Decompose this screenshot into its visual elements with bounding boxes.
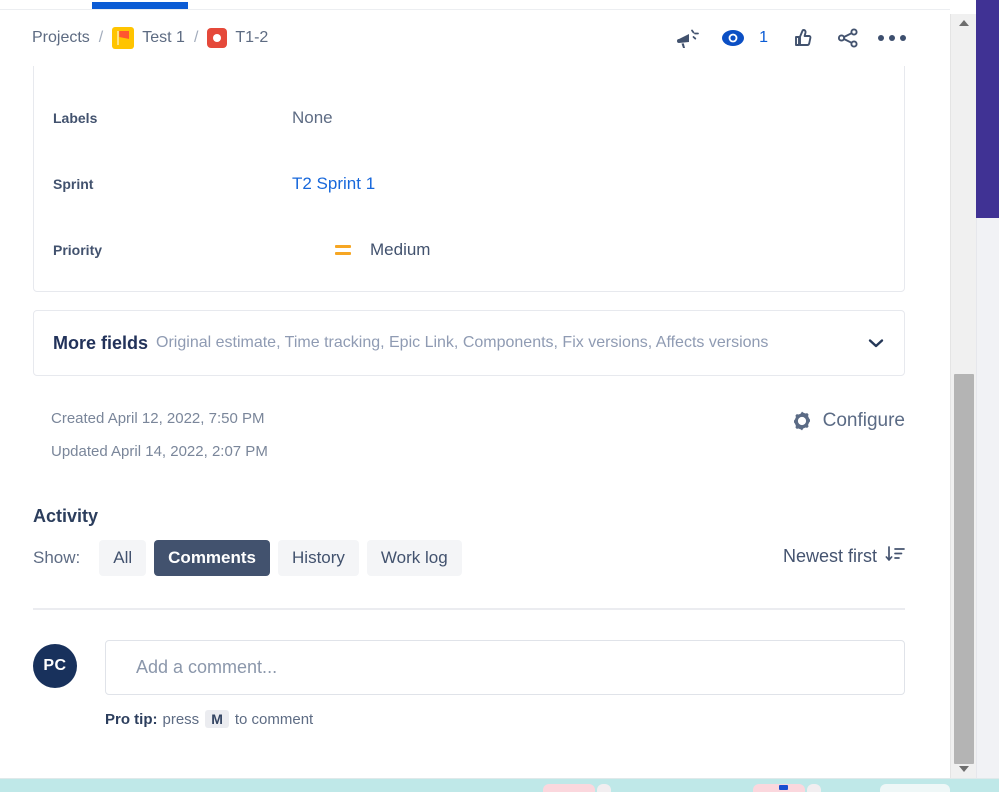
breadcrumb-projects[interactable]: Projects [32, 29, 90, 47]
bottom-strip [0, 778, 999, 792]
partial-element [779, 785, 788, 790]
comment-input[interactable]: Add a comment... [105, 640, 905, 695]
field-label: Priority [53, 242, 103, 258]
field-value-priority[interactable]: Medium [292, 240, 430, 260]
priority-medium-icon [335, 244, 351, 256]
breadcrumb-separator-2: / [193, 29, 199, 46]
field-row-labels: Labels None [34, 85, 904, 151]
comment-placeholder: Add a comment... [136, 657, 278, 677]
vertical-scrollbar[interactable] [950, 14, 976, 778]
created-timestamp: Created April 12, 2022, 7:50 PM [51, 410, 265, 427]
scroll-down-arrow-icon[interactable] [951, 760, 977, 778]
pro-tip-mid: press [162, 710, 200, 728]
issue-content: Labels None Sprint T2 Sprint 1 Priority … [0, 66, 950, 778]
chevron-down-icon[interactable] [867, 334, 885, 352]
project-flag-icon [112, 27, 135, 49]
more-actions-icon[interactable] [870, 18, 914, 58]
watch-count: 1 [759, 29, 768, 46]
header-actions: 1 [667, 18, 950, 58]
field-row-sprint: Sprint T2 Sprint 1 [34, 151, 904, 217]
issue-meta: Created April 12, 2022, 7:50 PM Updated … [0, 402, 905, 470]
breadcrumb-bar: Projects / Test 1 / T1-2 1 [0, 10, 950, 66]
field-label: Labels [53, 110, 98, 126]
pro-tip: Pro tip: press M to comment [105, 710, 313, 728]
activity-heading: Activity [33, 506, 99, 526]
pro-tip-suffix: to comment [234, 710, 314, 728]
jira-issue-view: Projects / Test 1 / T1-2 1 Labels None S… [0, 0, 999, 792]
partial-element [597, 784, 611, 792]
active-tab-underline [92, 2, 188, 9]
more-fields-title: More fields [53, 332, 149, 353]
sort-descending-icon [885, 545, 905, 568]
breadcrumb-project[interactable]: Test 1 [142, 29, 185, 47]
scrollbar-thumb[interactable] [954, 374, 974, 764]
avatar: PC [33, 644, 77, 688]
configure-label: Configure [822, 410, 905, 431]
partial-element [807, 784, 821, 792]
updated-timestamp: Updated April 14, 2022, 2:07 PM [51, 443, 268, 460]
breadcrumb-separator-1: / [98, 29, 104, 46]
more-fields-list: Original estimate, Time tracking, Epic L… [156, 334, 769, 351]
configure-button[interactable]: Configure [791, 410, 905, 432]
pro-tip-prefix: Pro tip: [105, 710, 158, 728]
bug-issue-type-icon [207, 28, 228, 48]
tab-history[interactable]: History [278, 540, 359, 576]
right-grey-panel [976, 218, 999, 778]
sort-order-label: Newest first [782, 546, 877, 566]
priority-text: Medium [370, 240, 431, 259]
breadcrumb-issue-key[interactable]: T1-2 [235, 29, 268, 47]
field-label: Sprint [53, 176, 94, 192]
watch-button[interactable]: 1 [711, 18, 782, 58]
details-card: Labels None Sprint T2 Sprint 1 Priority … [33, 66, 905, 292]
right-purple-panel [976, 0, 999, 218]
gear-icon [791, 410, 813, 432]
activity-divider [33, 608, 905, 610]
keyboard-shortcut-key: M [205, 710, 229, 728]
field-value-labels[interactable]: None [292, 108, 333, 128]
thumbs-up-icon[interactable] [782, 18, 826, 58]
activity-filter-row: Show: All Comments History Work log [33, 540, 470, 576]
eye-icon[interactable] [711, 18, 755, 58]
megaphone-icon[interactable] [667, 18, 711, 58]
breadcrumb: Projects / Test 1 / T1-2 [0, 27, 268, 49]
scroll-up-arrow-icon[interactable] [951, 14, 977, 32]
partial-element [543, 784, 595, 792]
share-icon[interactable] [826, 18, 870, 58]
tab-all[interactable]: All [99, 540, 147, 576]
field-value-sprint[interactable]: T2 Sprint 1 [292, 174, 375, 194]
tab-work-log[interactable]: Work log [366, 540, 462, 576]
tab-comments[interactable]: Comments [154, 540, 271, 576]
more-fields-card[interactable]: More fields Original estimate, Time trac… [33, 310, 905, 376]
sort-order-button[interactable]: Newest first [783, 545, 905, 568]
partial-element [880, 784, 950, 792]
show-label: Show: [33, 548, 81, 567]
field-row-priority: Priority Medium [34, 217, 904, 283]
